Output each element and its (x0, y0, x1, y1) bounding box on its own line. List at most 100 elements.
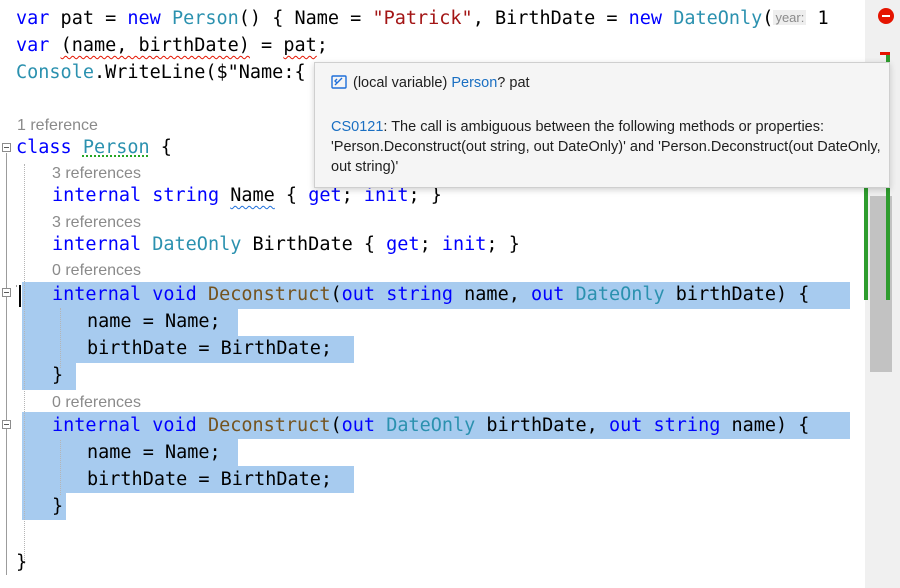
keyword: out (341, 284, 376, 305)
keyword: internal (52, 234, 142, 255)
code-line-2: var (name, birthDate) = pat; (16, 35, 328, 57)
keyword: get (386, 234, 420, 255)
keyword: init (363, 185, 409, 206)
tooltip-signature: (local variable) Person? pat (331, 75, 530, 91)
keyword: internal (52, 185, 142, 206)
code-line-deconstruct-2: internal void Deconstruct(out DateOnly b… (52, 415, 809, 437)
code-text: name, (453, 284, 531, 305)
codelens-references[interactable]: 3 references (52, 213, 141, 233)
tooltip-type-link[interactable]: Person (451, 75, 497, 91)
code-line-13: birthDate = BirthDate; (87, 469, 333, 490)
keyword: var (16, 35, 50, 56)
keyword: out (341, 415, 376, 436)
code-text: ( (762, 8, 774, 29)
selection-block (22, 363, 76, 390)
tooltip-suffix: ? pat (497, 75, 530, 91)
code-line-deconstruct-1: internal void Deconstruct(out string nam… (52, 284, 809, 306)
type-name: Console (16, 62, 94, 83)
error-squiggle-pat[interactable]: pat (283, 35, 316, 56)
keyword: void (152, 284, 197, 305)
quick-info-tooltip: (local variable) Person? pat CS0121: The… (314, 62, 890, 188)
code-text: { (149, 137, 172, 158)
code-line-8: name = Name; (87, 311, 221, 332)
collapse-method-icon[interactable] (2, 420, 11, 429)
keyword: string (386, 284, 454, 305)
code-line-15: } (16, 552, 28, 573)
type-name: DateOnly (673, 8, 763, 29)
code-text: = (249, 35, 284, 56)
keyword: get (308, 185, 342, 206)
error-squiggle-tuple[interactable]: (name, birthDate) (61, 35, 250, 56)
indent-guide (60, 440, 61, 495)
code-line-14: } (52, 496, 64, 517)
keyword: new (628, 8, 663, 29)
type-name: DateOnly (152, 234, 242, 255)
code-line-3: Console.WriteLine($"Name:{ (16, 62, 306, 84)
keyword: void (152, 415, 197, 436)
codelens-references[interactable]: 0 references (52, 393, 141, 413)
code-line-1: var pat = new Person() { Name = "Patrick… (16, 7, 829, 30)
keyword: var (16, 8, 50, 29)
caret (19, 285, 21, 307)
code-line-10: } (52, 365, 64, 386)
tooltip-error-message: CS0121: The call is ambiguous between th… (331, 117, 881, 177)
type-name: DateOnly (386, 415, 476, 436)
method-name: Deconstruct (207, 415, 331, 436)
code-text: { (274, 185, 309, 206)
code-text: birthDate, (475, 415, 609, 436)
tooltip-prefix: (local variable) (353, 75, 452, 91)
code-text: ; } (486, 234, 520, 255)
keyword: new (127, 8, 161, 29)
indent-guide (24, 164, 25, 564)
code-text: 1 (806, 8, 829, 29)
method-name: Deconstruct (207, 284, 331, 305)
code-text: ; (316, 35, 328, 56)
change-marker (864, 185, 868, 300)
indent-guide (60, 308, 61, 368)
local-variable-icon (331, 75, 347, 89)
codelens-references[interactable]: 3 references (52, 164, 141, 184)
type-name: DateOnly (575, 284, 665, 305)
inlay-hint: year: (773, 10, 807, 25)
code-text: () { Name = (238, 8, 373, 29)
error-description: : The call is ambiguous between the foll… (331, 119, 881, 175)
code-text: ( (330, 284, 342, 305)
code-line-name-property: internal string Name { get; init; } (52, 185, 442, 207)
keyword: internal (52, 284, 142, 305)
keyword: string (152, 185, 220, 206)
collapse-method-icon[interactable] (2, 288, 11, 297)
fold-line (16, 285, 17, 287)
keyword: internal (52, 415, 142, 436)
code-text: ( (330, 415, 342, 436)
code-text: ; (419, 234, 442, 255)
keyword: string (653, 415, 721, 436)
error-marker (880, 52, 890, 55)
code-text: , BirthDate = (472, 8, 629, 29)
error-code-link[interactable]: CS0121 (331, 119, 383, 135)
suggestion-squiggle-name[interactable]: Name (230, 185, 275, 206)
codelens-references[interactable]: 1 reference (17, 116, 98, 136)
code-text: BirthDate { (241, 234, 387, 255)
error-icon[interactable] (878, 8, 894, 24)
keyword: class (16, 137, 72, 158)
code-text: .WriteLine($"Name:{ (93, 62, 306, 83)
collapse-class-icon[interactable] (2, 143, 11, 152)
string-literal: "Patrick" (372, 8, 473, 29)
code-text: name) { (720, 415, 810, 436)
type-name: Person (82, 137, 150, 158)
code-text: pat = (49, 8, 128, 29)
codelens-references[interactable]: 0 references (52, 261, 141, 281)
code-text: ; } (408, 185, 442, 206)
